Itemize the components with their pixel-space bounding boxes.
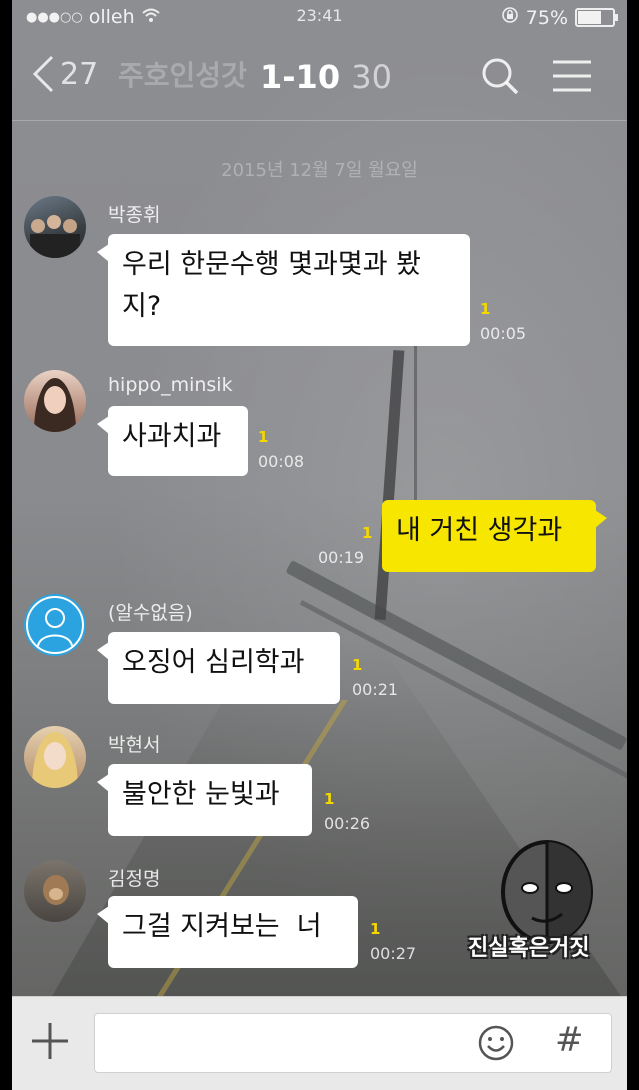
- chat-header: 27 주호인성갓 1-10 30: [12, 36, 627, 120]
- menu-button[interactable]: [552, 56, 592, 100]
- avatar[interactable]: [24, 594, 86, 656]
- default-profile-icon: [26, 596, 84, 654]
- sender-name: hippo_minsik: [108, 374, 233, 396]
- hash-search-button[interactable]: #: [555, 1020, 584, 1060]
- background-pole: [374, 349, 405, 621]
- emoticon-button[interactable]: [477, 1024, 515, 1066]
- unread-count: 1: [258, 428, 269, 446]
- sender-name: 김정명: [108, 868, 161, 890]
- header-divider: [12, 120, 627, 121]
- avatar[interactable]: [24, 196, 86, 258]
- member-total: 30: [351, 58, 392, 96]
- message-bubble[interactable]: 우리 한문수행 몇과몇과 봤 지?: [97, 234, 470, 346]
- rotation-lock-icon: [501, 6, 519, 29]
- profile-photo-icon: [43, 875, 69, 905]
- unread-count: 1: [352, 656, 363, 674]
- profile-photo-icon: [34, 378, 76, 432]
- battery-fill: [578, 11, 601, 24]
- attach-button[interactable]: [30, 1021, 70, 1065]
- avatar[interactable]: [24, 726, 86, 788]
- group-photo-icon: [30, 215, 80, 258]
- unread-count: 1: [324, 790, 335, 808]
- message-time: 00:21: [352, 680, 399, 699]
- member-count: 1-10 30: [260, 58, 392, 96]
- smiley-icon: [477, 1025, 515, 1066]
- message-bubble[interactable]: 불안한 눈빛과: [97, 764, 312, 836]
- message-time: 00:19: [318, 548, 365, 567]
- message-input[interactable]: [107, 1014, 471, 1072]
- profile-photo-icon: [32, 732, 78, 788]
- unread-count: 1: [362, 524, 373, 542]
- sender-name: 박현서: [108, 734, 161, 756]
- battery-icon: [575, 8, 618, 27]
- chevron-left-icon: [30, 54, 56, 94]
- plus-icon: [30, 1023, 70, 1065]
- search-icon: [480, 58, 520, 100]
- unread-chat-count: 27: [60, 56, 99, 92]
- message-bubble[interactable]: 그걸 지켜보는 너: [97, 896, 358, 968]
- chat-screen: ●●●○○ olleh 23:41 75% 27 주호인성갓 1-10 30 2…: [12, 0, 627, 1090]
- unread-count: 1: [480, 300, 491, 318]
- message-input-field: #: [94, 1013, 612, 1073]
- message-bubble[interactable]: 오징어 심리학과: [97, 632, 340, 704]
- message-time: 00:05: [480, 324, 527, 343]
- member-range: 1-10: [260, 58, 341, 96]
- avatar[interactable]: [24, 370, 86, 432]
- search-button[interactable]: [480, 56, 520, 100]
- sender-name: (알수없음): [108, 602, 193, 624]
- message-time: 00:08: [258, 452, 305, 471]
- hamburger-menu-icon: [552, 60, 592, 100]
- date-divider: 2015년 12월 7일 월요일: [221, 160, 418, 181]
- message-bubble[interactable]: 사과치과: [97, 406, 248, 476]
- message-input-bar: #: [12, 996, 627, 1090]
- back-button[interactable]: 27: [30, 54, 98, 94]
- chat-title: 주호인성갓: [118, 59, 247, 92]
- message-time: 00:27: [370, 944, 417, 963]
- sender-name: 박종휘: [108, 204, 161, 226]
- unread-count: 1: [370, 920, 381, 938]
- my-message-bubble[interactable]: 내 거친 생각과: [382, 500, 607, 572]
- watermark-text: 진실혹은거짓: [468, 936, 590, 961]
- avatar[interactable]: [24, 860, 86, 922]
- message-time: 00:26: [324, 814, 371, 833]
- battery-percent: 75%: [525, 6, 568, 29]
- status-bar: ●●●○○ olleh 23:41 75%: [12, 0, 627, 36]
